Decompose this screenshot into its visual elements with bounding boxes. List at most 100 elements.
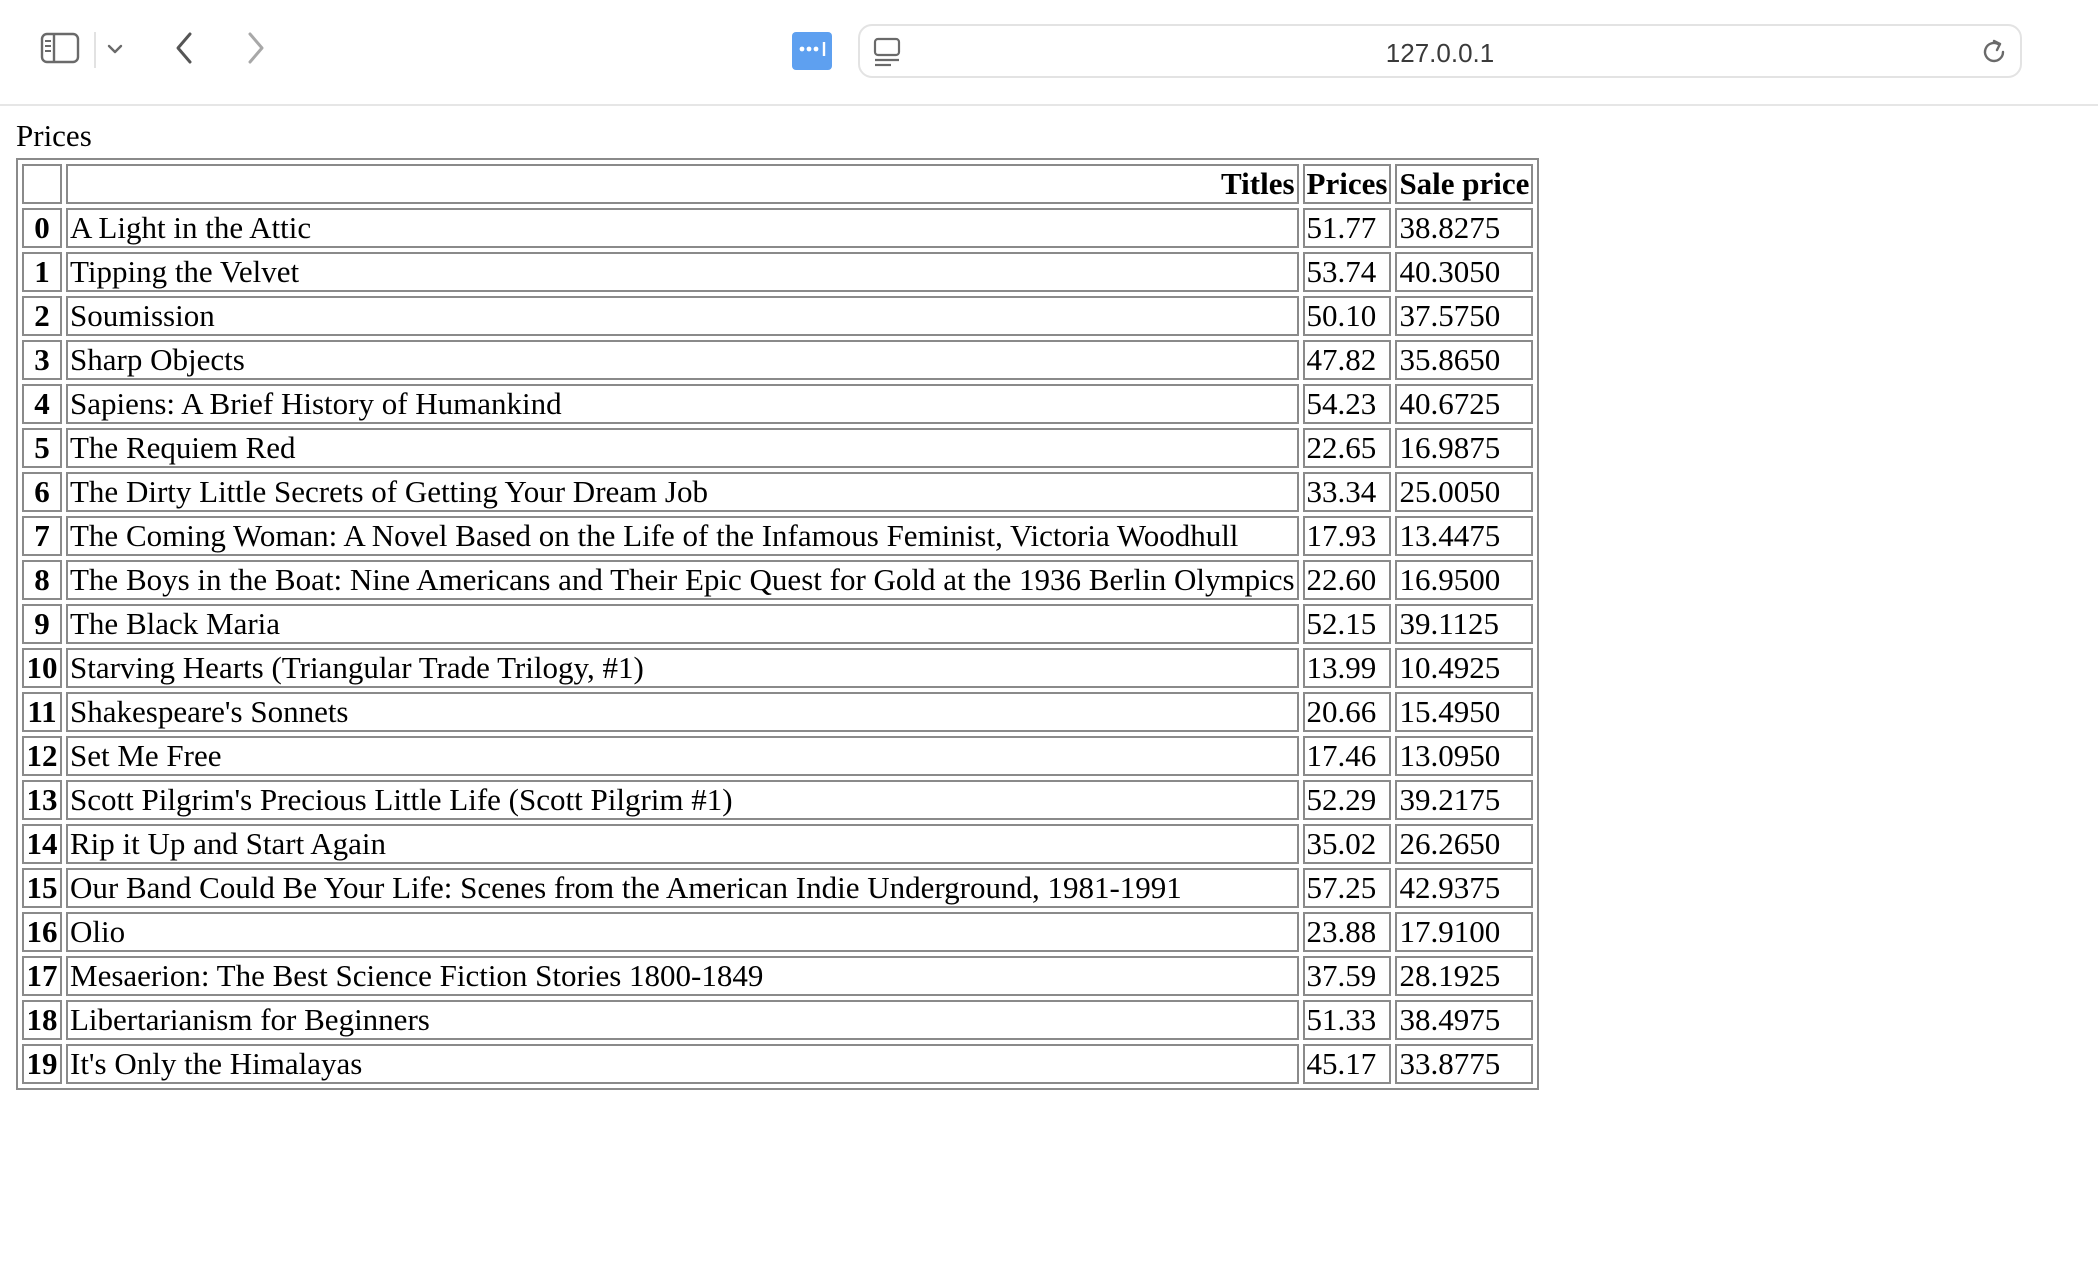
price-cell: 51.33	[1302, 1000, 1392, 1040]
title-cell: Starving Hearts (Triangular Trade Trilog…	[66, 648, 1299, 688]
price-cell: 13.99	[1302, 648, 1392, 688]
price-cell: 52.15	[1302, 604, 1392, 644]
row-index: 4	[22, 384, 62, 424]
title-cell: The Requiem Red	[66, 428, 1299, 468]
reload-icon[interactable]	[1978, 36, 2010, 68]
title-cell: Rip it Up and Start Again	[66, 824, 1299, 864]
sale-price-cell: 39.2175	[1395, 780, 1534, 820]
title-cell: Libertarianism for Beginners	[66, 1000, 1299, 1040]
back-button[interactable]	[168, 30, 200, 70]
table-row: 14 Rip it Up and Start Again 35.02 26.2650	[22, 824, 1534, 864]
title-cell: Sapiens: A Brief History of Humankind	[66, 384, 1299, 424]
sale-price-column-header: Sale price	[1395, 164, 1534, 204]
sale-price-cell: 33.8775	[1395, 1044, 1534, 1084]
row-index: 7	[22, 516, 62, 556]
title-cell: Mesaerion: The Best Science Fiction Stor…	[66, 956, 1299, 996]
row-index: 1	[22, 252, 62, 292]
row-index: 17	[22, 956, 62, 996]
table-row: 6 The Dirty Little Secrets of Getting You…	[22, 472, 1534, 512]
prices-column-header: Prices	[1302, 164, 1392, 204]
price-cell: 54.23	[1302, 384, 1392, 424]
address-bar[interactable]: 127.0.0.1	[858, 24, 2022, 78]
table-row: 4 Sapiens: A Brief History of Humankind 54…	[22, 384, 1534, 424]
row-index: 18	[22, 1000, 62, 1040]
sale-price-cell: 38.8275	[1395, 208, 1534, 248]
sale-price-cell: 13.0950	[1395, 736, 1534, 776]
browser-toolbar: 127.0.0.1	[0, 0, 2098, 106]
index-column-header	[22, 164, 62, 204]
sale-price-cell: 10.4925	[1395, 648, 1534, 688]
title-cell: Sharp Objects	[66, 340, 1299, 380]
row-index: 9	[22, 604, 62, 644]
sale-price-cell: 26.2650	[1395, 824, 1534, 864]
sale-price-cell: 35.8650	[1395, 340, 1534, 380]
forward-button[interactable]	[240, 30, 272, 70]
price-cell: 45.17	[1302, 1044, 1392, 1084]
sale-price-cell: 37.5750	[1395, 296, 1534, 336]
table-row: 0A Light in the Attic 51.77 38.8275	[22, 208, 1534, 248]
title-cell: Our Band Could Be Your Life: Scenes from…	[66, 868, 1299, 908]
price-cell: 57.25	[1302, 868, 1392, 908]
price-cell: 50.10	[1302, 296, 1392, 336]
chevron-down-icon	[106, 42, 124, 60]
table-row: 17 Mesaerion: The Best Science Fiction St…	[22, 956, 1534, 996]
table-caption: Prices	[16, 118, 92, 153]
price-cell: 35.02	[1302, 824, 1392, 864]
sale-price-cell: 38.4975	[1395, 1000, 1534, 1040]
price-cell: 51.77	[1302, 208, 1392, 248]
table-row: 8 The Boys in the Boat: Nine Americans an…	[22, 560, 1534, 600]
sidebar-toggle-button[interactable]	[38, 30, 82, 70]
table-row: 12 Set Me Free 17.46 13.0950	[22, 736, 1534, 776]
table-row: 10 Starving Hearts (Triangular Trade Tril…	[22, 648, 1534, 688]
title-cell: Soumission	[66, 296, 1299, 336]
table-row: 1 Tipping the Velvet 53.74 40.3050	[22, 252, 1534, 292]
price-cell: 33.34	[1302, 472, 1392, 512]
row-index: 2	[22, 296, 62, 336]
price-cell: 47.82	[1302, 340, 1392, 380]
row-index: 10	[22, 648, 62, 688]
row-index: 5	[22, 428, 62, 468]
title-cell: A Light in the Attic	[66, 208, 1299, 248]
sale-price-cell: 39.1125	[1395, 604, 1534, 644]
sale-price-cell: 42.9375	[1395, 868, 1534, 908]
sale-price-cell: 16.9500	[1395, 560, 1534, 600]
price-cell: 53.74	[1302, 252, 1392, 292]
row-index: 3	[22, 340, 62, 380]
table-row: 18 Libertarianism for Beginners 51.33 38.49…	[22, 1000, 1534, 1040]
row-index: 11	[22, 692, 62, 732]
sale-price-cell: 16.9875	[1395, 428, 1534, 468]
extension-button[interactable]	[792, 32, 832, 70]
title-cell: Tipping the Velvet	[66, 252, 1299, 292]
title-cell: The Coming Woman: A Novel Based on the L…	[66, 516, 1299, 556]
toolbar-separator	[94, 32, 96, 68]
row-index: 19	[22, 1044, 62, 1084]
table-row: 9 The Black Maria 52.15 39.1125	[22, 604, 1534, 644]
title-cell: It's Only the Himalayas	[66, 1044, 1299, 1084]
table-row: 11 Shakespeare's Sonnets 20.66 15.4950	[22, 692, 1534, 732]
title-cell: Scott Pilgrim's Precious Little Life (Sc…	[66, 780, 1299, 820]
sale-price-cell: 17.9100	[1395, 912, 1534, 952]
sidebar-menu-button[interactable]	[102, 38, 128, 64]
url-text: 127.0.0.1	[1385, 38, 1495, 68]
price-cell: 17.46	[1302, 736, 1392, 776]
table-row: 2 Soumission 50.10 37.5750	[22, 296, 1534, 336]
table-body: 0A Light in the Attic 51.77 38.8275 1 Tippin…	[22, 208, 1534, 1084]
row-index: 14	[22, 824, 62, 864]
title-cell: The Black Maria	[66, 604, 1299, 644]
sale-price-cell: 40.3050	[1395, 252, 1534, 292]
table-row: 15 Our Band Could Be Your Life: Scenes fr…	[22, 868, 1534, 908]
table-row: 16 Olio 23.88 17.9100	[22, 912, 1534, 952]
row-index: 12	[22, 736, 62, 776]
title-cell: Olio	[66, 912, 1299, 952]
price-cell: 37.59	[1302, 956, 1392, 996]
title-cell: The Dirty Little Secrets of Getting Your…	[66, 472, 1299, 512]
titles-column-header: Titles	[66, 164, 1299, 204]
table-row: 5 The Requiem Red 22.65 16.9875	[22, 428, 1534, 468]
table-row: 3 Sharp Objects 47.82 35.8650	[22, 340, 1534, 380]
row-index: 8	[22, 560, 62, 600]
title-cell: The Boys in the Boat: Nine Americans and…	[66, 560, 1299, 600]
title-cell: Shakespeare's Sonnets	[66, 692, 1299, 732]
title-cell: Set Me Free	[66, 736, 1299, 776]
price-cell: 52.29	[1302, 780, 1392, 820]
row-index: 13	[22, 780, 62, 820]
